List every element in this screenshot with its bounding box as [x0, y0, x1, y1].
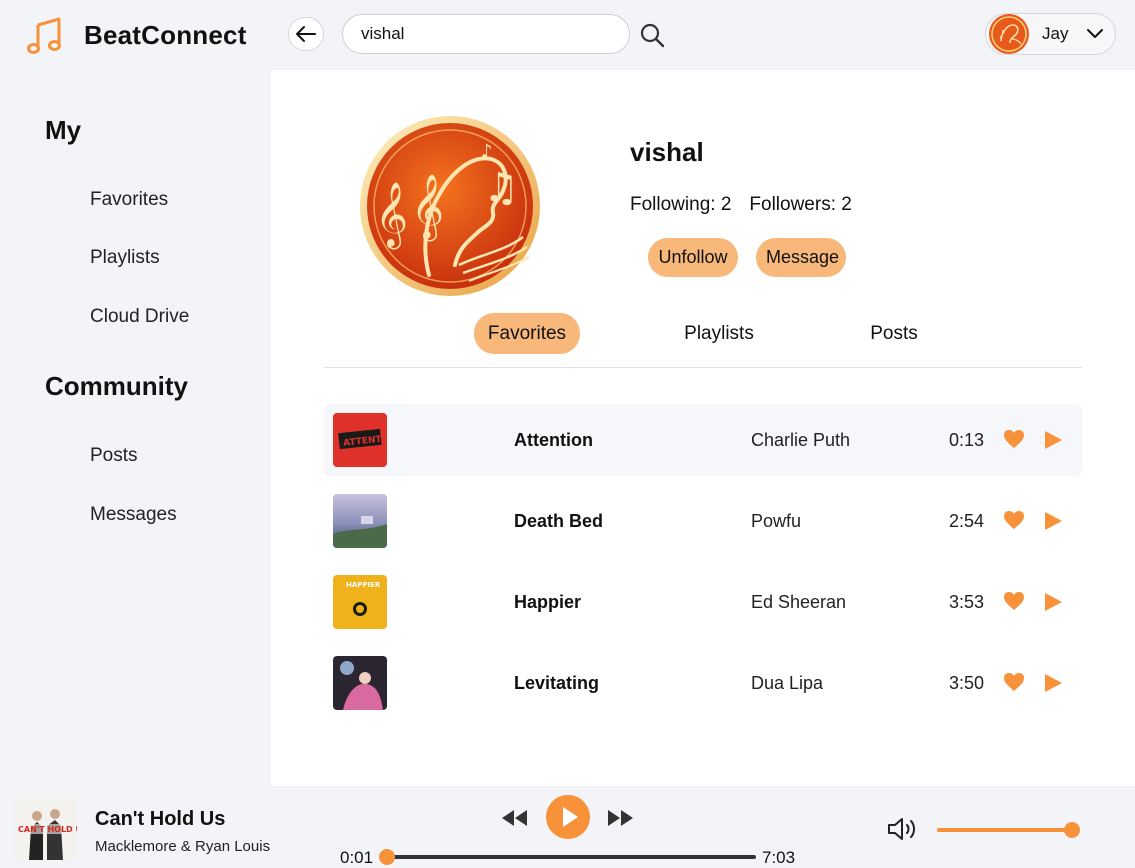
- play-icon[interactable]: [1043, 592, 1063, 612]
- song-artist: Ed Sheeran: [751, 592, 847, 612]
- music-note-logo-icon: [27, 17, 61, 54]
- song-artist: Powfu: [751, 511, 802, 531]
- tab-posts[interactable]: Posts: [851, 313, 937, 354]
- arrow-left-icon: [296, 26, 316, 42]
- song-row[interactable]: Levitating Dua Lipa 3:50: [324, 647, 1082, 719]
- album-cover: ATTENTION: [333, 413, 387, 467]
- followers-count[interactable]: Followers: 2: [749, 194, 851, 216]
- user-menu[interactable]: ♪ Jay: [985, 13, 1116, 55]
- sidebar-item-playlists[interactable]: Playlists: [90, 247, 160, 269]
- avatar: ♪: [989, 14, 1029, 54]
- album-cover: [333, 494, 387, 548]
- volume-handle[interactable]: [1064, 822, 1080, 838]
- back-button[interactable]: [288, 17, 324, 51]
- svg-text:𝄞: 𝄞: [375, 182, 408, 249]
- tab-favorites[interactable]: Favorites: [474, 313, 580, 354]
- app-title: BeatConnect: [84, 20, 247, 50]
- progress-bar[interactable]: [378, 849, 756, 865]
- message-button[interactable]: Message: [756, 238, 846, 277]
- album-cover: [333, 656, 387, 710]
- svg-text:𝄞: 𝄞: [411, 174, 444, 241]
- song-title: Death Bed: [514, 511, 604, 531]
- heart-icon[interactable]: [1003, 591, 1025, 611]
- play-icon[interactable]: [1043, 673, 1063, 693]
- song-title: Levitating: [514, 673, 600, 693]
- previous-icon[interactable]: [500, 808, 530, 828]
- song-duration: 3:50: [949, 673, 985, 693]
- profile-name: vishal: [630, 137, 704, 167]
- svg-text:HAPPIER: HAPPIER: [346, 581, 381, 589]
- song-row[interactable]: HAPPIER Happier Ed Sheeran 3:53: [324, 566, 1082, 638]
- current-time: 0:01: [340, 848, 374, 867]
- volume-slider[interactable]: [937, 822, 1080, 838]
- song-duration: 2:54: [949, 511, 985, 531]
- sidebar-item-posts[interactable]: Posts: [90, 445, 138, 467]
- follow-stats: Following: 2 Followers: 2: [630, 194, 852, 216]
- now-playing-title: Can't Hold Us: [95, 808, 226, 830]
- sidebar-item-cloud-drive[interactable]: Cloud Drive: [90, 306, 189, 328]
- unfollow-button[interactable]: Unfollow: [648, 238, 738, 277]
- progress-handle[interactable]: [378, 849, 395, 865]
- volume-icon[interactable]: [886, 816, 918, 842]
- total-time: 7:03: [762, 848, 796, 867]
- sidebar: My Favorites Playlists Cloud Drive Commu…: [0, 70, 270, 786]
- play-icon[interactable]: [1043, 430, 1063, 450]
- svg-text:♪: ♪: [481, 141, 493, 162]
- song-duration: 3:53: [949, 592, 985, 612]
- chevron-down-icon: [1087, 29, 1104, 38]
- next-icon[interactable]: [605, 808, 635, 828]
- player-bar: CAN'T HOLD US Can't Hold Us Macklemore &…: [0, 786, 1135, 868]
- profile-avatar: 𝄞 𝄞 ♫ ♪: [360, 116, 540, 296]
- tab-divider: [324, 367, 1082, 368]
- sidebar-item-favorites[interactable]: Favorites: [90, 189, 168, 211]
- sidebar-heading-community: Community: [45, 371, 188, 401]
- sidebar-heading-my: My: [45, 115, 82, 145]
- song-title: Attention: [514, 430, 593, 450]
- user-name: Jay: [1042, 24, 1069, 43]
- now-playing-cover: CAN'T HOLD US: [15, 798, 77, 860]
- search-input[interactable]: [342, 14, 630, 54]
- top-bar: BeatConnect ♪ Jay: [0, 0, 1135, 70]
- now-playing-artist: Macklemore & Ryan Louis: [95, 838, 271, 855]
- svg-text:♫: ♫: [483, 165, 519, 211]
- svg-text:♪: ♪: [999, 28, 1006, 41]
- heart-icon[interactable]: [1003, 429, 1025, 449]
- volume-fill: [937, 828, 1072, 832]
- following-count[interactable]: Following: 2: [630, 194, 731, 216]
- svg-text:CAN'T HOLD US: CAN'T HOLD US: [18, 825, 77, 834]
- song-row[interactable]: ATTENTION Attention Charlie Puth 0:13: [324, 404, 1082, 476]
- song-duration: 0:13: [949, 430, 985, 450]
- profile-panel: 𝄞 𝄞 ♫ ♪ vishal Following: 2 Followers: 2…: [271, 70, 1135, 786]
- heart-icon[interactable]: [1003, 510, 1025, 530]
- tab-playlists[interactable]: Playlists: [665, 313, 773, 354]
- song-title: Happier: [514, 592, 582, 612]
- sidebar-item-messages[interactable]: Messages: [90, 504, 177, 526]
- song-artist: Charlie Puth: [751, 430, 851, 450]
- play-pause-button[interactable]: [545, 794, 591, 840]
- search-icon[interactable]: [639, 22, 665, 48]
- album-cover: HAPPIER: [333, 575, 387, 629]
- song-row[interactable]: Death Bed Powfu 2:54: [324, 485, 1082, 557]
- song-artist: Dua Lipa: [751, 673, 824, 693]
- heart-icon[interactable]: [1003, 672, 1025, 692]
- play-icon[interactable]: [1043, 511, 1063, 531]
